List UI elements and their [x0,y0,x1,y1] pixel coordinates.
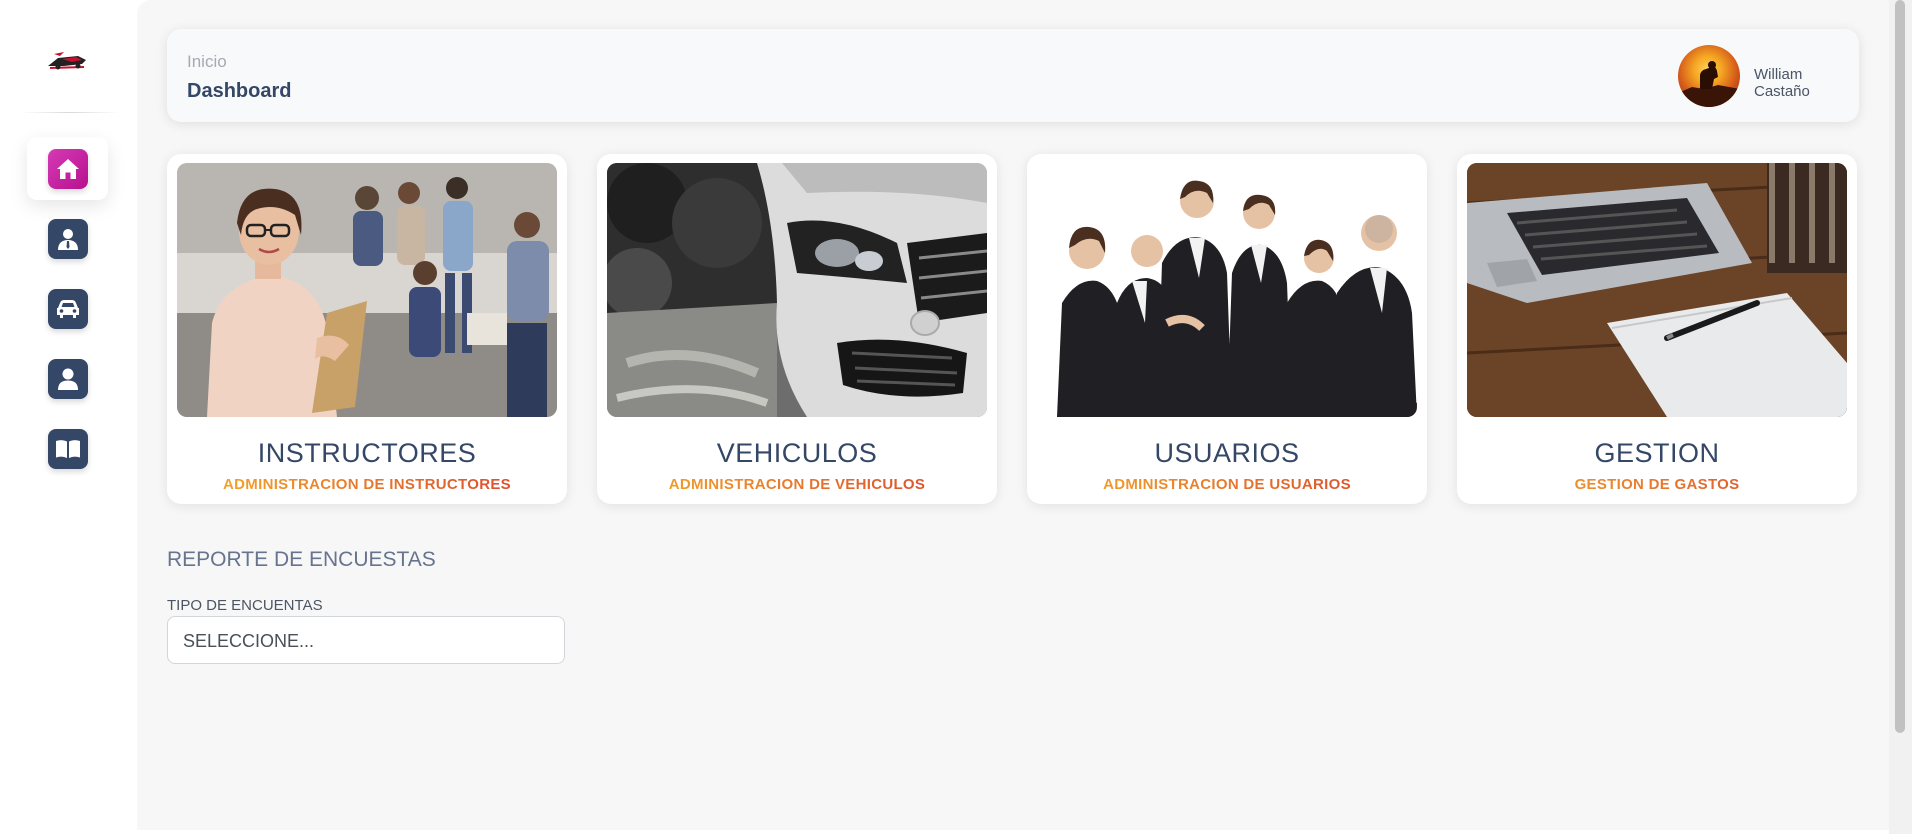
scrollbar[interactable] [1889,0,1912,834]
main-content: Inicio Dashboard William Castaño INSTRUC… [137,0,1889,830]
sidebar-divider [20,112,120,113]
card-title: GESTION [1594,438,1720,468]
avatar[interactable] [1678,45,1740,107]
card-title: INSTRUCTORES [257,438,477,468]
sidebar-item-reports[interactable] [27,417,108,480]
bottom-strip [137,830,1889,834]
management-image [1467,163,1847,417]
vehicles-image [607,163,987,417]
users-image [1037,163,1417,417]
survey-type-label: TIPO DE ENCUENTAS [167,597,323,614]
card-title: VEHICULOS [716,438,878,468]
card-management[interactable]: GESTION GESTION DE GASTOS [1457,154,1857,504]
scrollbar-thumb[interactable] [1895,0,1905,733]
user-name[interactable]: William Castaño [1754,66,1859,100]
card-users[interactable]: USUARIOS ADMINISTRACION DE USUARIOS [1027,154,1427,504]
home-icon [47,148,88,189]
page-title: Dashboard [187,80,292,102]
card-title: USUARIOS [1154,438,1300,468]
card-subtitle: ADMINISTRACION DE INSTRUCTORES [167,476,567,493]
survey-type-select[interactable]: SELECCIONE... [167,616,565,664]
report-title: REPORTE DE ENCUESTAS [167,548,436,571]
card-vehicles[interactable]: VEHICULOS ADMINISTRACION DE VEHICULOS [597,154,997,504]
car-icon [47,288,88,329]
instructors-image [177,163,557,417]
card-subtitle: ADMINISTRACION DE VEHICULOS [597,476,997,493]
card-subtitle: ADMINISTRACION DE USUARIOS [1027,476,1427,493]
sidebar-item-users[interactable] [27,347,108,410]
breadcrumb[interactable]: Inicio [187,52,227,72]
sidebar-item-vehicles[interactable] [27,277,108,340]
top-navbar: Inicio Dashboard William Castaño [167,29,1859,122]
brand-logo[interactable] [44,46,90,74]
book-icon [47,428,88,469]
instructor-icon [47,218,88,259]
user-icon [47,358,88,399]
sidebar-item-instructors[interactable] [27,207,108,270]
sidebar-item-home[interactable] [27,137,108,200]
sidebar [0,0,137,834]
card-instructors[interactable]: INSTRUCTORES ADMINISTRACION DE INSTRUCTO… [167,154,567,504]
card-subtitle: GESTION DE GASTOS [1457,476,1857,493]
